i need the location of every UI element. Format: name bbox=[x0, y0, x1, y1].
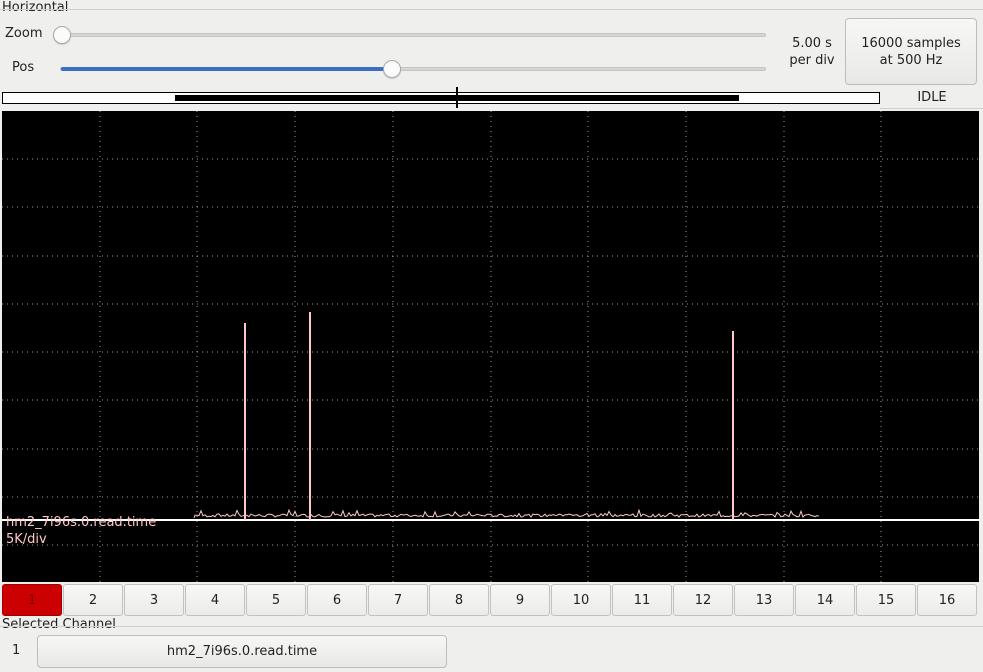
channel-button-3[interactable]: 3 bbox=[124, 584, 184, 616]
scope-scale-label: 5K/div bbox=[6, 532, 47, 547]
channel-button-12[interactable]: 12 bbox=[673, 584, 733, 616]
channel-button-8[interactable]: 8 bbox=[429, 584, 489, 616]
scope-channel-name: hm2_7i96s.0.read.time bbox=[6, 515, 157, 530]
channel-button-5[interactable]: 5 bbox=[246, 584, 306, 616]
channel-button-13[interactable]: 13 bbox=[734, 584, 794, 616]
channel-button-4[interactable]: 4 bbox=[185, 584, 245, 616]
channel-button-2[interactable]: 2 bbox=[63, 584, 123, 616]
channel-button-7[interactable]: 7 bbox=[368, 584, 428, 616]
scope-canvas bbox=[2, 111, 979, 582]
status-indicator: IDLE bbox=[917, 90, 947, 105]
channel-trace bbox=[193, 508, 820, 519]
zoom-slider-track[interactable] bbox=[60, 33, 766, 37]
channel-button-9[interactable]: 9 bbox=[490, 584, 550, 616]
channel-button-1[interactable]: 1 bbox=[2, 584, 62, 616]
selected-channel-label: Selected Channel bbox=[2, 617, 116, 632]
selected-divider bbox=[0, 626, 983, 627]
pos-label: Pos bbox=[12, 60, 35, 75]
channel-button-6[interactable]: 6 bbox=[307, 584, 367, 616]
channel-button-15[interactable]: 15 bbox=[856, 584, 916, 616]
pos-slider-handle[interactable] bbox=[382, 60, 401, 78]
selected-channel-name-button[interactable]: hm2_7i96s.0.read.time bbox=[37, 635, 447, 668]
record-cursor-marker bbox=[456, 87, 458, 108]
channel-button-16[interactable]: 16 bbox=[917, 584, 977, 616]
zoom-label: Zoom bbox=[5, 26, 43, 41]
record-position-bar[interactable] bbox=[2, 92, 880, 104]
samples-rate-button[interactable]: 16000 samples at 500 Hz bbox=[845, 18, 977, 85]
channel-button-11[interactable]: 11 bbox=[612, 584, 672, 616]
channel-button-10[interactable]: 10 bbox=[551, 584, 611, 616]
pos-slider-fill bbox=[61, 67, 392, 71]
scope-display[interactable]: hm2_7i96s.0.read.time 5K/div bbox=[2, 111, 979, 582]
zoom-slider-handle[interactable] bbox=[53, 26, 71, 44]
status-divider bbox=[880, 108, 983, 109]
section-divider bbox=[0, 9, 983, 10]
channel-button-14[interactable]: 14 bbox=[795, 584, 855, 616]
scope-grid bbox=[2, 111, 979, 582]
selected-channel-number: 1 bbox=[12, 643, 21, 658]
horizontal-section-label: Horizontal bbox=[2, 0, 69, 15]
timebase-readout: 5.00 s per div bbox=[789, 36, 835, 68]
